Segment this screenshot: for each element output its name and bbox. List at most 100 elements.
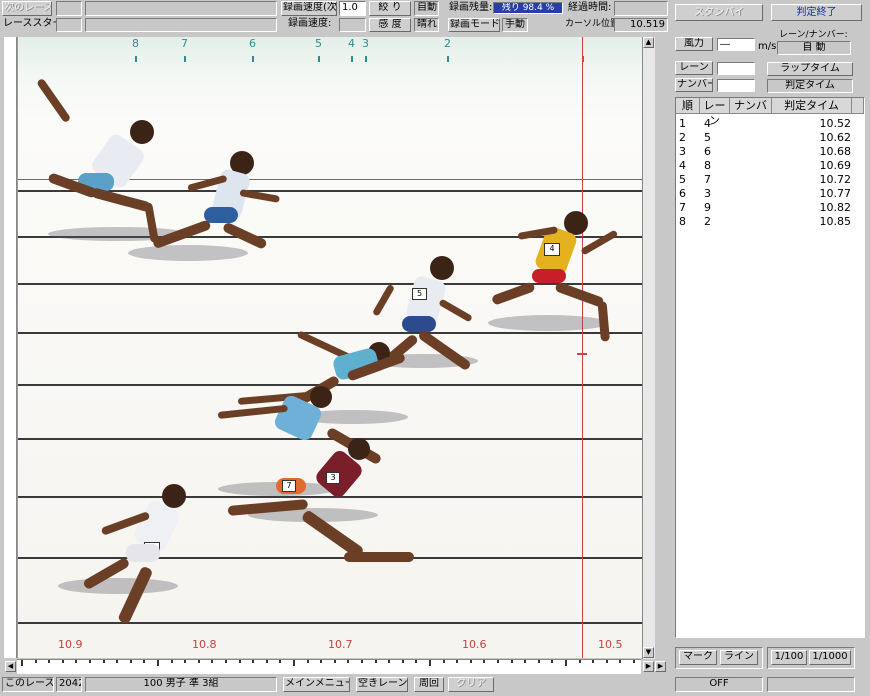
header-lane[interactable]: レーン [700, 98, 730, 127]
lane-button[interactable]: レーン [675, 61, 713, 75]
bib: 4 [544, 243, 560, 256]
lane-cell: 5 [704, 131, 711, 144]
time-cell: 10.77 [819, 187, 852, 200]
scale-100-button[interactable]: 1/100 [771, 650, 807, 665]
header-rank[interactable]: 順 [676, 98, 700, 114]
race-start-field [56, 18, 82, 32]
ruler-tick [347, 660, 350, 663]
scroll-up-icon[interactable]: ▲ [643, 37, 654, 48]
result-table[interactable]: 順 レーン ナンバ 判定タイム 1 4 10.52 2 5 10.62 3 6 … [675, 97, 865, 638]
rec-mode-field: 手動 [502, 18, 528, 32]
lane-line [18, 622, 642, 624]
top-lane-number: 5 [315, 37, 322, 50]
status-off-field: OFF [675, 677, 763, 692]
lap-button[interactable]: 周回 [414, 677, 444, 692]
header-number[interactable]: ナンバ [730, 98, 772, 114]
lane-tick [252, 56, 254, 62]
table-row[interactable]: 1 4 10.52 [676, 118, 864, 130]
time-ruler[interactable] [17, 659, 641, 674]
ruler-tick [211, 660, 214, 663]
lane-cell: 8 [704, 159, 711, 172]
ruler-tick [510, 660, 513, 663]
elapsed-label: 経過時間: [568, 2, 612, 13]
table-row[interactable]: 3 6 10.68 [676, 146, 864, 158]
rank-cell: 6 [679, 187, 686, 200]
table-row[interactable]: 4 8 10.69 [676, 160, 864, 172]
table-row[interactable]: 7 9 10.82 [676, 202, 864, 214]
ruler-tick [89, 660, 91, 663]
ruler-tick [21, 660, 23, 666]
rec-speed-next-field[interactable]: 1.0 [339, 1, 366, 16]
table-row[interactable]: 2 5 10.62 [676, 132, 864, 144]
aperture-button[interactable]: 絞 り [369, 1, 411, 16]
ruler-tick [469, 660, 472, 663]
scroll-down-icon[interactable]: ▼ [643, 647, 654, 658]
lane-tick [135, 56, 137, 62]
lane-cell: 3 [704, 187, 711, 200]
lane-tick [365, 56, 367, 62]
table-row[interactable]: 8 2 10.85 [676, 216, 864, 228]
ruler-tick [456, 660, 459, 663]
wind-field[interactable]: ― [717, 38, 755, 51]
number-field[interactable] [717, 79, 755, 92]
lane-number-label: レーン/ナンバー: [779, 30, 848, 40]
lane-field[interactable] [717, 62, 755, 75]
lane-tick [447, 56, 449, 62]
lane-line [18, 332, 642, 334]
weather-field: 晴れ [414, 18, 439, 32]
rec-speed-field [339, 18, 366, 32]
ruler-tick [551, 660, 554, 663]
race-id-field: 2042 [56, 677, 82, 692]
lane-line [18, 283, 642, 285]
cursor-pos-field: 10.519 [614, 18, 668, 32]
ruler-tick [225, 660, 227, 663]
line-button[interactable]: ライン [720, 650, 758, 665]
table-row[interactable]: 6 3 10.77 [676, 188, 864, 200]
ruler-tick [333, 660, 336, 663]
bib: 3 [326, 472, 340, 484]
rec-mode-button[interactable]: 録画モード [448, 18, 500, 32]
clear-button[interactable]: クリア [448, 677, 494, 692]
top-lane-number: 3 [362, 37, 369, 50]
next-race-button[interactable]: 次のレース [2, 1, 52, 16]
scroll-right-icon[interactable]: ▶ [643, 661, 654, 672]
ruler-tick [565, 660, 567, 666]
number-button[interactable]: ナンバー [675, 78, 713, 92]
top-lane-number: 4 [348, 37, 355, 50]
main-menu-button[interactable]: メインメニュー [283, 677, 350, 692]
mark-button[interactable]: マーク [679, 650, 717, 665]
cursor-marker [577, 353, 587, 355]
rank-cell: 5 [679, 173, 686, 186]
vertical-scrollbar[interactable]: ▲ ▼ [642, 37, 655, 659]
cursor-line[interactable] [582, 37, 583, 658]
ruler-tick [306, 660, 309, 663]
rec-speed-next-label: 録画速度(次) [281, 1, 337, 16]
next-race-field [56, 1, 82, 16]
top-lane-number: 2 [444, 37, 451, 50]
lap-time-button[interactable]: ラップタイム [767, 62, 853, 76]
rank-cell: 1 [679, 117, 686, 130]
ruler-tick [537, 660, 540, 663]
race-start-time-field [85, 18, 277, 32]
time-label: 10.5 [598, 638, 623, 651]
scroll-left-icon[interactable]: ◀ [5, 661, 16, 672]
judge-end-button[interactable]: 判定終了 [771, 4, 862, 21]
lane-line [18, 496, 642, 498]
judge-time-mode-field[interactable]: 判定タイム [767, 79, 853, 93]
ruler-left-button[interactable]: ◀ [4, 659, 17, 673]
lane-tick [184, 56, 186, 62]
empty-lane-button[interactable]: 空きレーン [356, 677, 408, 692]
lane-cell: 4 [704, 117, 711, 130]
this-race-label: このレース [2, 677, 54, 692]
table-row[interactable]: 5 7 10.72 [676, 174, 864, 186]
standby-button[interactable]: スタンバイ [675, 4, 763, 21]
photo-finish-image[interactable]: 8 7 6 5 4 3 2 4 5 3 7 10.9 10.8 10.7 10.… [17, 37, 642, 658]
scroll-right-end-icon[interactable]: ▶ [655, 661, 666, 672]
header-judge-time[interactable]: 判定タイム [772, 98, 852, 114]
lane-number-mode-field: 自 動 [777, 41, 851, 55]
ruler-tick [61, 660, 64, 663]
wind-button[interactable]: 風力 [675, 37, 713, 51]
scale-1000-button[interactable]: 1/1000 [809, 650, 851, 665]
ruler-tick [401, 660, 404, 663]
sensitivity-button[interactable]: 感 度 [369, 18, 411, 32]
